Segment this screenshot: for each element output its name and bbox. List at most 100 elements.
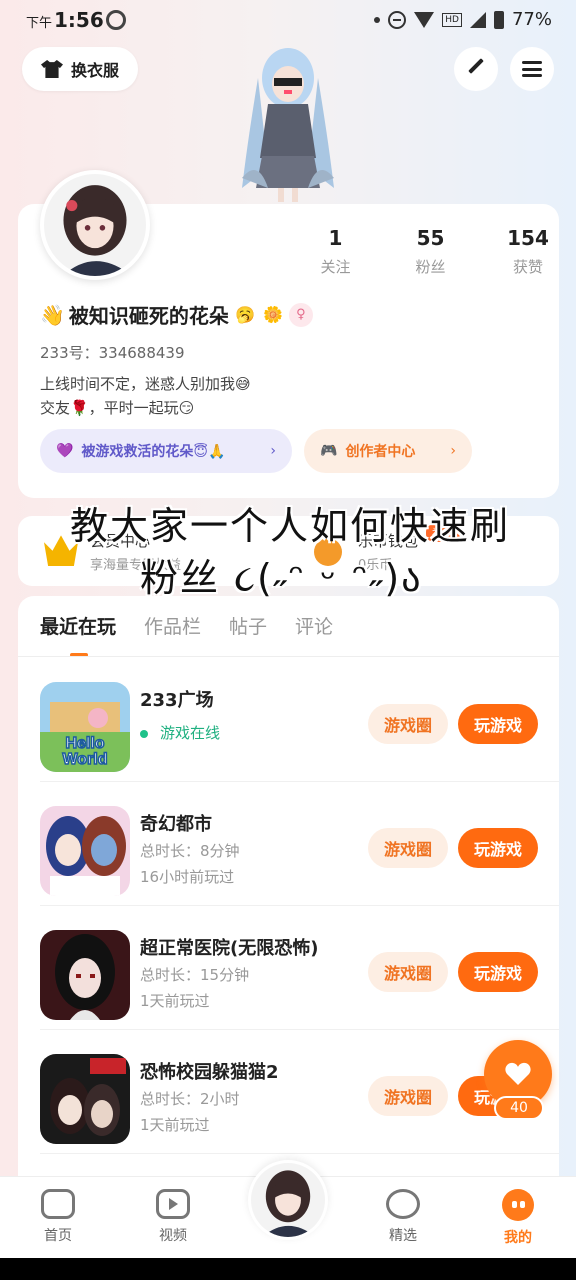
game-playtime: 总时长：8分钟 (140, 842, 240, 860)
signal-icon (469, 11, 486, 28)
play-game-button[interactable]: 玩游戏 (458, 952, 538, 992)
flower-icon: 🌼 (262, 304, 283, 324)
system-nav-bar (0, 1258, 576, 1280)
content-card: 最近在玩 作品栏 帖子 评论 Hello World 233广场 游戏在线 游戏… (18, 596, 559, 1196)
nav-featured[interactable]: 精选 (368, 1189, 438, 1245)
likes-count: 154 (507, 226, 549, 250)
nav-me[interactable]: 我的 (483, 1189, 553, 1247)
profile-face-icon (502, 1189, 534, 1221)
chevron-right-icon: › (450, 443, 456, 459)
game-icon[interactable] (40, 930, 130, 1020)
dnd-icon (388, 10, 407, 29)
nav-center-avatar[interactable] (248, 1160, 328, 1240)
game-tag-button[interactable]: 💜 被游戏救活的花朵😇🙏 › (40, 429, 292, 473)
gender-icon: ♀ (288, 302, 313, 327)
nickname: 👋 被知识砸死的花朵 🥱 🌼 ♀ (40, 300, 313, 329)
video-icon (156, 1189, 190, 1219)
chevron-right-icon: › (270, 443, 276, 459)
creator-center-label: 创作者中心 (345, 444, 416, 460)
wave-icon: 👋 (40, 302, 65, 327)
game-circle-button[interactable]: 游戏圈 (368, 952, 448, 992)
play-game-button[interactable]: 玩游戏 (458, 828, 538, 868)
nav-featured-label: 精选 (389, 1228, 417, 1244)
game-playtime: 总时长：15分钟 (140, 966, 250, 984)
game-last-played: 1天前玩过 (140, 1116, 210, 1134)
list-item[interactable]: 超正常医院(无限恐怖) 总时长：15分钟 1天前玩过 游戏圈 玩游戏 (18, 906, 559, 1030)
pencil-icon (468, 58, 484, 74)
status-right: HD 77% (374, 9, 552, 30)
purple-heart-icon: 💜 (56, 443, 74, 459)
caption-line-1: 教大家一个人如何快速刷 (70, 504, 511, 548)
game-status: 游戏在线 (140, 722, 220, 743)
user-id[interactable]: 233号：334688439 (40, 342, 185, 363)
profile-stats: 1 关注 55 粉丝 154 获赞 (288, 226, 576, 277)
dress-up-button[interactable]: 换衣服 (22, 47, 138, 91)
dress-up-label: 换衣服 (70, 61, 119, 80)
avatar[interactable] (40, 170, 150, 280)
game-circle-button[interactable]: 游戏圈 (368, 828, 448, 868)
status-bar: 下午 1:56 HD 77% (0, 0, 576, 40)
bio: 上线时间不定，迷惑人别加我😅 交友🌹，平时一起玩😏 (40, 375, 251, 417)
list-item[interactable]: 奇幻都市 总时长：8分钟 16小时前玩过 游戏圈 玩游戏 (18, 782, 559, 906)
menu-button[interactable] (510, 47, 554, 91)
nav-home-label: 首页 (44, 1228, 72, 1244)
nav-home[interactable]: 首页 (23, 1189, 93, 1245)
list-item[interactable]: Hello World 233广场 游戏在线 游戏圈 玩游戏 (18, 658, 559, 782)
like-count-badge: 40 (494, 1096, 544, 1120)
battery-percent: 77% (511, 9, 552, 30)
game-circle-button[interactable]: 游戏圈 (368, 704, 448, 744)
game-icon[interactable] (40, 1054, 130, 1144)
emoji-icon: 🥱 (234, 304, 255, 324)
tab-recent[interactable]: 最近在玩 (40, 612, 116, 657)
wifi-icon (414, 11, 435, 28)
creator-center-button[interactable]: 🎮 创作者中心 › (304, 429, 472, 473)
battery-icon (493, 10, 504, 29)
likes-label: 获赞 (512, 258, 543, 276)
game-tag-label: 被游戏救活的花朵😇🙏 (81, 444, 226, 460)
game-last-played: 1天前玩过 (140, 992, 210, 1010)
followers-label: 粉丝 (415, 258, 446, 276)
nav-video[interactable]: 视频 (138, 1189, 208, 1245)
edit-profile-button[interactable] (454, 47, 498, 91)
gamepad-icon: 🎮 (320, 443, 338, 459)
notification-dot-icon (374, 16, 381, 23)
nickname-text: 被知识砸死的花朵 (68, 304, 229, 328)
svg-text:World: World (62, 751, 107, 768)
game-last-played: 16小时前玩过 (140, 868, 235, 886)
online-dot-icon (140, 729, 148, 738)
stat-followers[interactable]: 55 粉丝 (383, 226, 478, 277)
game-circle-button[interactable]: 游戏圈 (368, 1076, 448, 1116)
row-divider (40, 1153, 559, 1154)
overlay-caption: 教大家一个人如何快速刷 粉丝 ૮(˶ᵔ ᵕ ᵔ˶)ა (70, 500, 510, 604)
nav-video-label: 视频 (159, 1228, 187, 1244)
nav-me-label: 我的 (504, 1230, 532, 1246)
caption-line-2: 粉丝 ૮(˶ᵔ ᵕ ᵔ˶)ა (140, 556, 423, 600)
following-label: 关注 (320, 258, 351, 276)
content-tabs: 最近在玩 作品栏 帖子 评论 (40, 612, 333, 657)
game-icon[interactable] (40, 806, 130, 896)
svg-text:Hello: Hello (65, 735, 104, 752)
stat-following[interactable]: 1 关注 (288, 226, 383, 277)
system-icon (106, 10, 126, 30)
menu-icon (522, 61, 542, 77)
avatar-character[interactable] (228, 38, 348, 206)
stat-likes[interactable]: 154 获赞 (478, 226, 576, 277)
list-item[interactable]: 恐怖校园躲猫猫2 总时长：2小时 1天前玩过 游戏圈 玩游戏 (18, 1030, 559, 1154)
featured-icon (386, 1189, 420, 1219)
tab-comments[interactable]: 评论 (295, 612, 333, 639)
game-name: 恐怖校园躲猫猫2 (140, 1062, 279, 1083)
tab-posts[interactable]: 帖子 (229, 612, 267, 639)
gamepad-icon (41, 1189, 75, 1219)
game-name: 奇幻都市 (140, 814, 212, 835)
hd-icon: HD (442, 12, 462, 27)
shirt-icon (40, 60, 63, 78)
heart-icon (505, 1062, 531, 1086)
status-time: 下午 1:56 (26, 8, 104, 32)
game-name: 超正常医院(无限恐怖) (140, 938, 319, 959)
tabs-divider (18, 656, 559, 657)
followers-count: 55 (416, 226, 445, 250)
play-game-button[interactable]: 玩游戏 (458, 704, 538, 744)
game-icon[interactable]: Hello World (40, 682, 130, 772)
game-playtime: 总时长：2小时 (140, 1090, 240, 1108)
tab-works[interactable]: 作品栏 (144, 612, 201, 639)
